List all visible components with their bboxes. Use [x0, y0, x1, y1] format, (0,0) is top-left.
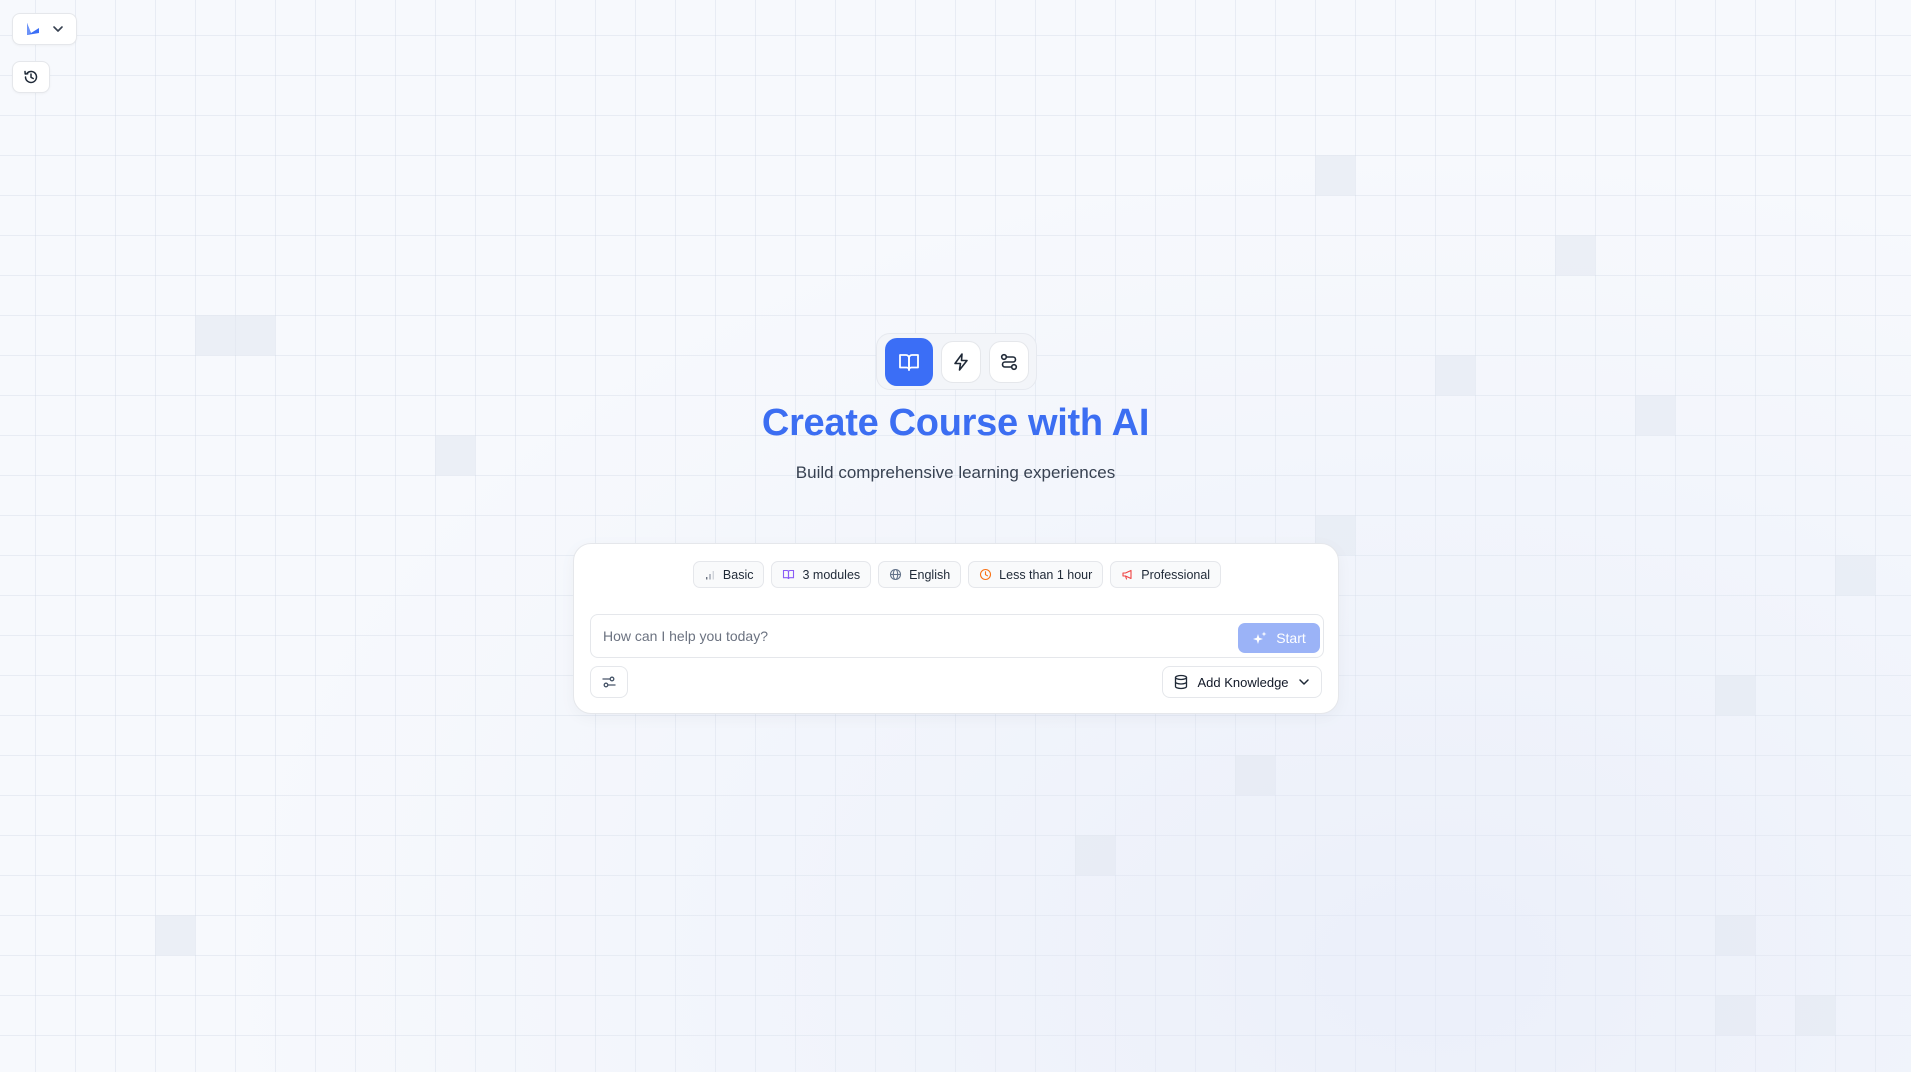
chevron-down-icon [1298, 679, 1309, 685]
language-chip[interactable]: English [878, 561, 962, 588]
grid-cell [1315, 155, 1355, 195]
grid-cell [235, 315, 275, 355]
database-icon [1175, 674, 1188, 690]
modules-chip-label: 3 modules [802, 567, 861, 582]
start-button[interactable]: Start [1238, 623, 1320, 653]
duration-chip[interactable]: Less than 1 hour [968, 561, 1104, 588]
clock-icon [980, 568, 992, 581]
book-icon [783, 569, 795, 580]
grid-cell [1555, 235, 1595, 275]
page-subtitle: Build comprehensive learning experiences [795, 463, 1116, 482]
bar-chart-icon [705, 570, 714, 579]
mode-course-button[interactable] [884, 337, 933, 386]
level-chip-label: Basic [722, 567, 754, 582]
prompt-box: Start [590, 614, 1324, 658]
course-composer: Basic 3 modules English Less than 1 hour [573, 543, 1339, 714]
page-title: Create Course with AI [761, 402, 1150, 444]
background-glow [0, 0, 1911, 1072]
prompt-input[interactable] [591, 615, 1211, 657]
grid-cell [1075, 835, 1115, 875]
grid-cell [1235, 755, 1275, 795]
tone-chip[interactable]: Professional [1110, 561, 1222, 588]
modules-chip[interactable]: 3 modules [771, 561, 872, 588]
mode-workflow-button[interactable] [988, 340, 1029, 383]
duration-chip-label: Less than 1 hour [999, 567, 1093, 582]
grid-cell [1715, 675, 1755, 715]
grid-cell [1715, 995, 1755, 1035]
grid-cell [1715, 915, 1755, 955]
megaphone-icon [1122, 569, 1132, 580]
grid-cell [155, 915, 195, 955]
grid-cell [195, 315, 235, 355]
grid-cell [1795, 995, 1835, 1035]
grid-cell [1435, 355, 1475, 395]
history-button[interactable] [12, 61, 50, 93]
lightning-icon [953, 352, 968, 371]
level-chip[interactable]: Basic [692, 561, 765, 588]
logo-icon [26, 23, 39, 35]
settings-button[interactable] [590, 666, 628, 698]
add-knowledge-button[interactable]: Add Knowledge [1162, 666, 1322, 698]
language-chip-label: English [909, 567, 951, 582]
mode-quick-button[interactable] [940, 340, 981, 383]
history-icon [24, 70, 38, 84]
start-button-label: Start [1276, 630, 1306, 646]
chevron-down-icon [52, 26, 63, 32]
sparkles-icon [1253, 631, 1267, 644]
sliders-icon [602, 676, 616, 688]
option-chips: Basic 3 modules English Less than 1 hour [574, 561, 1340, 588]
route-icon [1000, 353, 1017, 370]
grid-cell [1835, 555, 1875, 595]
book-open-icon [898, 353, 919, 371]
mode-selector [876, 333, 1037, 390]
add-knowledge-label: Add Knowledge [1197, 674, 1289, 690]
globe-icon [890, 568, 902, 581]
workspace-switcher[interactable] [12, 13, 77, 45]
tone-chip-label: Professional [1141, 567, 1211, 582]
